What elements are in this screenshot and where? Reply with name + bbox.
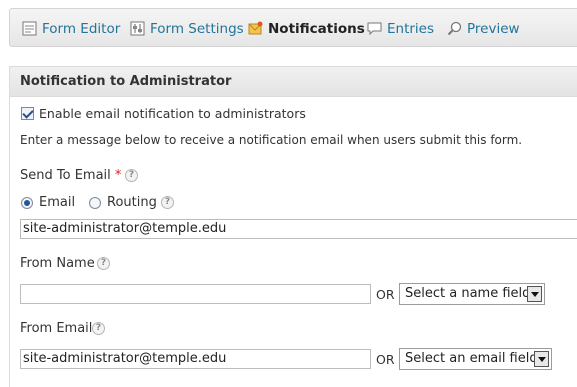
routing-help-icon[interactable]: ?: [161, 196, 174, 209]
tab-preview[interactable]: Preview: [447, 9, 520, 48]
tab-form-editor[interactable]: Form Editor: [22, 9, 120, 48]
email-field-select[interactable]: Select an email field: [399, 348, 552, 370]
from-email-label: From Email: [20, 321, 93, 336]
enable-notification-checkbox[interactable]: [21, 107, 34, 120]
entries-icon: [367, 21, 382, 36]
form-editor-icon: [22, 21, 37, 36]
send-to-help-icon[interactable]: ?: [125, 169, 138, 182]
preview-magnifier-icon: [447, 21, 462, 36]
chevron-down-icon: [527, 286, 542, 302]
panel-title: Notification to Administrator: [10, 67, 577, 97]
send-to-label: Send To Email *: [20, 168, 122, 183]
send-to-email-radio[interactable]: [21, 197, 33, 209]
chevron-down-icon: [534, 351, 549, 367]
required-mark: *: [114, 168, 122, 183]
from-name-input[interactable]: [20, 284, 371, 304]
tab-entries[interactable]: Entries: [367, 9, 434, 48]
send-to-email-radio-label: Email: [39, 195, 76, 210]
form-settings-icon: [130, 21, 145, 36]
from-name-label: From Name: [20, 256, 95, 271]
send-to-email-input[interactable]: site-administrator@temple.edu: [20, 219, 577, 239]
tab-notifications[interactable]: Notifications: [248, 9, 365, 48]
send-to-routing-radio-label: Routing: [107, 195, 157, 210]
tab-preview-label: Preview: [467, 20, 520, 37]
intro-text: Enter a message below to receive a notif…: [20, 133, 523, 147]
notifications-icon: [248, 21, 263, 36]
send-to-routing-radio[interactable]: [89, 197, 101, 209]
tab-notifications-label: Notifications: [268, 20, 365, 37]
tab-form-editor-label: Form Editor: [42, 20, 121, 37]
tab-form-settings[interactable]: Form Settings: [130, 9, 244, 48]
from-email-help-icon[interactable]: ?: [92, 322, 105, 335]
form-tab-bar: Form Editor Form Settings Notifications …: [9, 8, 577, 47]
name-field-select[interactable]: Select a name field: [399, 283, 545, 305]
name-field-select-value: Select a name field: [405, 286, 531, 301]
tab-form-settings-label: Form Settings: [150, 20, 244, 37]
enable-notification-label: Enable email notification to administrat…: [39, 106, 306, 121]
from-name-or-text: OR: [376, 287, 395, 302]
from-email-input[interactable]: site-administrator@temple.edu: [20, 349, 371, 369]
from-name-help-icon[interactable]: ?: [97, 257, 110, 270]
email-field-select-value: Select an email field: [405, 351, 538, 366]
from-email-or-text: OR: [376, 352, 395, 367]
tab-entries-label: Entries: [387, 20, 435, 37]
